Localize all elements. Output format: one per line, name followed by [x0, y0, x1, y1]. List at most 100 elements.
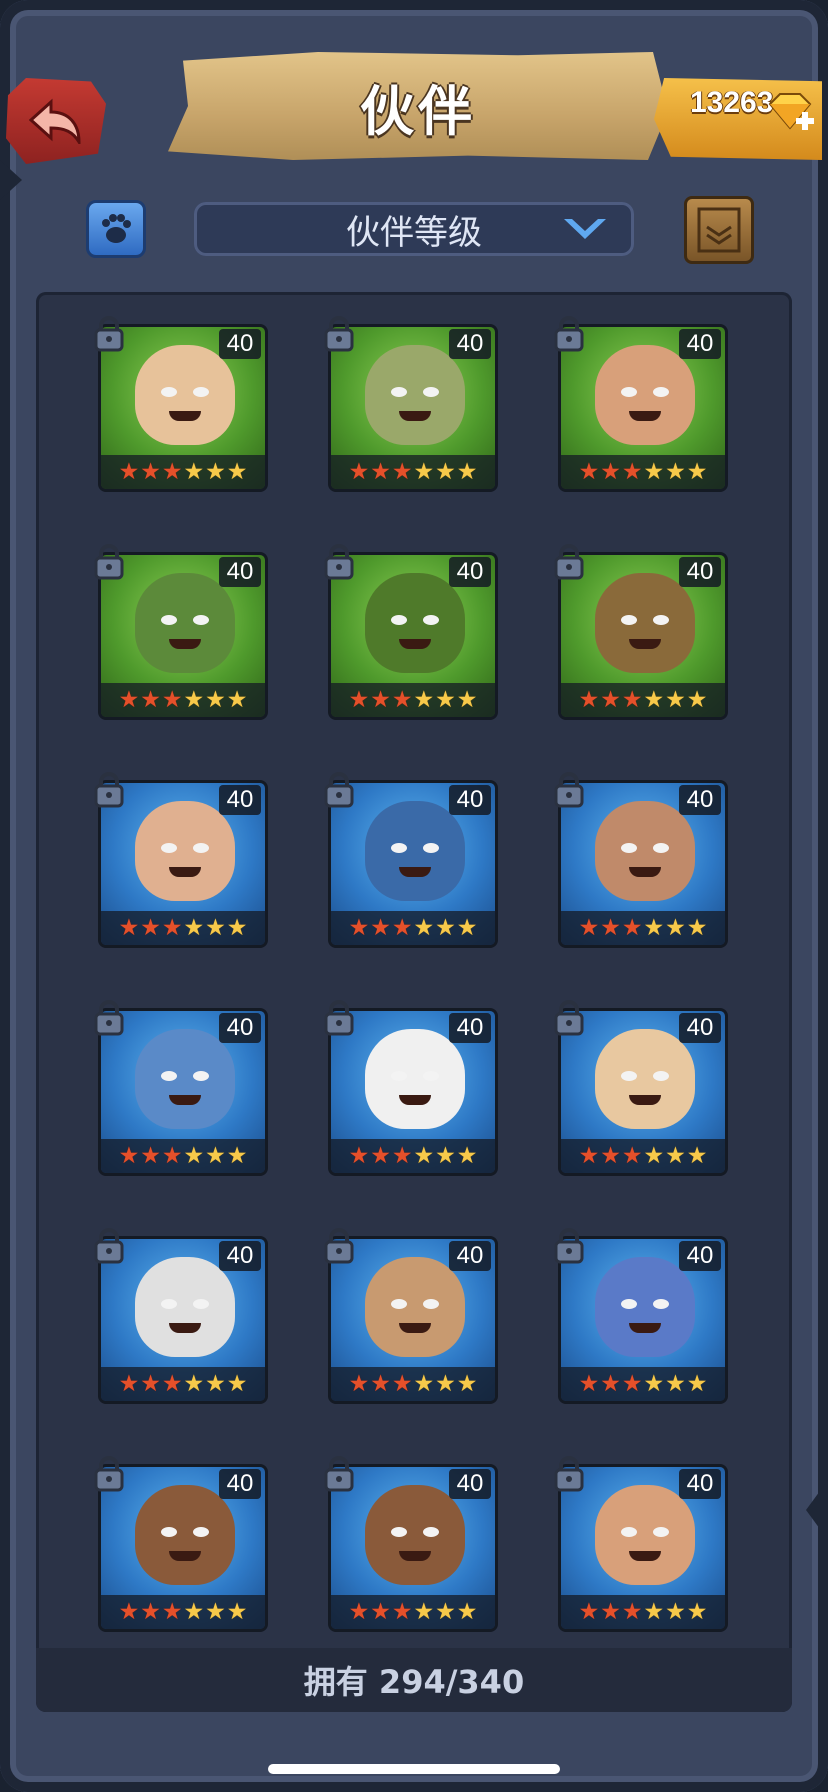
star-icon: ★ [686, 1370, 708, 1397]
star-icon: ★ [621, 458, 643, 485]
star-icon: ★ [183, 1370, 205, 1397]
level-badge: 40 [449, 1241, 491, 1271]
portrait-eye [423, 1071, 439, 1081]
lock-icon[interactable] [552, 1000, 586, 1036]
lock-icon[interactable] [92, 1000, 126, 1036]
star-icon: ★ [140, 1370, 161, 1397]
portrait-mouth [169, 1551, 201, 1561]
level-badge: 40 [219, 557, 261, 587]
star-icon: ★ [435, 458, 456, 485]
lock-icon[interactable] [322, 1000, 356, 1036]
star-icon: ★ [686, 686, 708, 713]
lock-icon[interactable] [552, 1228, 586, 1264]
lock-icon[interactable] [322, 1228, 356, 1264]
star-icon: ★ [456, 1142, 478, 1169]
portrait-eye [193, 1071, 209, 1081]
portrait-mouth [629, 867, 661, 877]
portrait-eye [653, 1071, 669, 1081]
portrait-mouth [399, 639, 431, 649]
lock-icon[interactable] [92, 544, 126, 580]
level-badge: 40 [219, 1241, 261, 1271]
home-indicator[interactable] [268, 1764, 560, 1774]
star-icon: ★ [600, 1370, 621, 1397]
lock-icon[interactable] [552, 772, 586, 808]
star-icon: ★ [226, 1370, 248, 1397]
lock-icon[interactable] [552, 544, 586, 580]
water-spirit-portrait-icon [595, 1257, 695, 1357]
star-icon: ★ [578, 1142, 600, 1169]
portrait-eye [193, 843, 209, 853]
star-icon: ★ [643, 914, 665, 941]
star-icon: ★ [665, 458, 686, 485]
star-icon: ★ [118, 1598, 140, 1625]
portrait-mouth [399, 1323, 431, 1333]
goblin-portrait-icon [365, 1257, 465, 1357]
lock-icon[interactable] [322, 772, 356, 808]
pirate-minotaur-portrait-icon [595, 801, 695, 901]
star-icon: ★ [183, 1598, 205, 1625]
star-icon: ★ [578, 914, 600, 941]
star-icon: ★ [140, 686, 161, 713]
lock-icon[interactable] [92, 1228, 126, 1264]
star-icon: ★ [643, 1598, 665, 1625]
portrait-mouth [399, 1095, 431, 1105]
star-icon: ★ [435, 1598, 456, 1625]
level-badge: 40 [219, 1013, 261, 1043]
page-title: 伙伴 [360, 79, 476, 143]
star-icon: ★ [578, 1370, 600, 1397]
star-icon: ★ [391, 914, 413, 941]
blue-dragon-portrait-icon [365, 801, 465, 901]
portrait-mouth [629, 1095, 661, 1105]
portrait-mouth [169, 411, 201, 421]
star-icon: ★ [435, 1142, 456, 1169]
star-rating: ★ ★ ★ ★ ★ ★ [101, 1595, 265, 1629]
star-rating: ★ ★ ★ ★ ★ ★ [561, 1595, 725, 1629]
portrait-eye [653, 387, 669, 397]
level-badge: 40 [679, 1469, 721, 1499]
star-icon: ★ [226, 686, 248, 713]
lock-icon[interactable] [322, 316, 356, 352]
lock-icon[interactable] [552, 1456, 586, 1492]
filter-button[interactable] [86, 200, 146, 258]
star-icon: ★ [413, 1370, 435, 1397]
star-icon: ★ [161, 1142, 183, 1169]
handbook-button[interactable] [684, 196, 754, 264]
panda-portrait-icon [365, 1029, 465, 1129]
lock-icon[interactable] [92, 1456, 126, 1492]
lock-icon[interactable] [92, 316, 126, 352]
star-icon: ★ [686, 914, 708, 941]
level-badge: 40 [679, 785, 721, 815]
star-icon: ★ [643, 1370, 665, 1397]
portrait-eye [193, 1527, 209, 1537]
portrait-eye [161, 843, 177, 853]
sort-dropdown[interactable]: 伙伴等级 [194, 202, 634, 256]
back-button[interactable] [6, 78, 106, 164]
lock-icon[interactable] [552, 316, 586, 352]
star-icon: ★ [665, 1142, 686, 1169]
portrait-mouth [629, 639, 661, 649]
portrait-eye [621, 1527, 637, 1537]
star-rating: ★ ★ ★ ★ ★ ★ [561, 1367, 725, 1401]
portrait-mouth [169, 867, 201, 877]
star-icon: ★ [391, 1142, 413, 1169]
level-badge: 40 [679, 1241, 721, 1271]
star-icon: ★ [456, 1598, 478, 1625]
star-icon: ★ [643, 686, 665, 713]
lock-icon[interactable] [322, 544, 356, 580]
star-icon: ★ [118, 914, 140, 941]
star-icon: ★ [665, 686, 686, 713]
star-icon: ★ [643, 458, 665, 485]
lock-icon[interactable] [92, 772, 126, 808]
portrait-eye [161, 1299, 177, 1309]
star-icon: ★ [621, 1598, 643, 1625]
book-icon [697, 207, 741, 253]
portrait-eye [161, 387, 177, 397]
star-icon: ★ [413, 914, 435, 941]
lock-icon[interactable] [322, 1456, 356, 1492]
gem-plus-icon[interactable] [764, 90, 816, 136]
star-icon: ★ [578, 458, 600, 485]
star-icon: ★ [205, 458, 226, 485]
level-badge: 40 [449, 329, 491, 359]
star-icon: ★ [621, 1370, 643, 1397]
portrait-mouth [169, 639, 201, 649]
